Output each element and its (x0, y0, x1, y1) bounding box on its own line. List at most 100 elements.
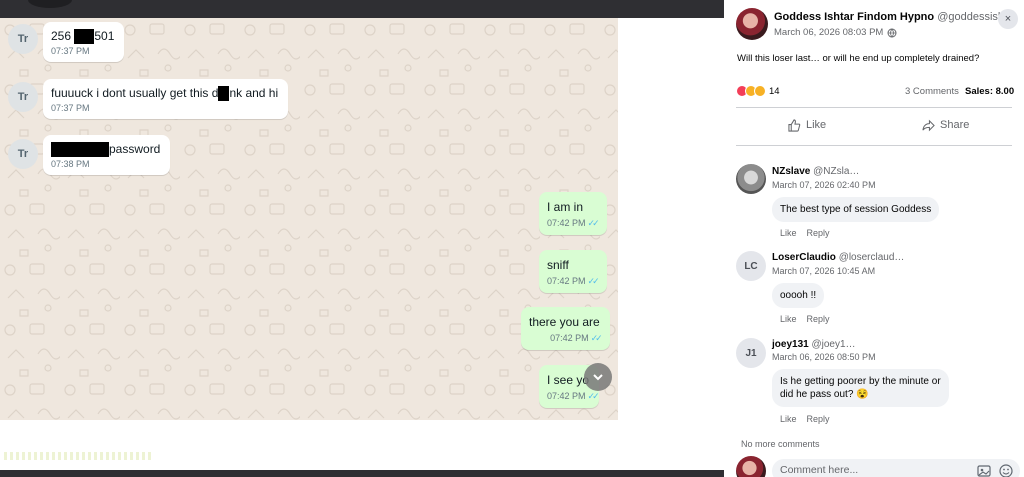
author-name[interactable]: Goddess Ishtar Findom Hypno (774, 11, 934, 23)
comment-text-line: Is he getting poorer by the minute or (780, 376, 941, 387)
comment-like-link[interactable]: Like (780, 414, 797, 424)
comment-bubble: The best type of session Goddess (772, 197, 940, 222)
comment-date: March 07, 2026 02:40 PM (772, 180, 876, 190)
message-time: 07:38 PM (51, 159, 90, 170)
sender-avatar[interactable]: Tr (8, 139, 38, 169)
scroll-down-button[interactable] (584, 363, 612, 391)
message-text-start: 256 (51, 29, 75, 43)
viewer-bottom-bar (0, 470, 724, 477)
message-time: 07:42 PM (547, 276, 586, 286)
comments-count[interactable]: 3 Comments (905, 86, 959, 97)
double-check-icon: ✓✓ (587, 276, 600, 286)
outgoing-message: there you are 07:42 PM ✓✓ (521, 307, 610, 350)
commenter-name[interactable]: LoserClaudio (772, 252, 836, 263)
commenter-avatar[interactable]: J1 (736, 338, 766, 368)
top-bar-shadow (28, 0, 72, 8)
sender-avatar[interactable]: Tr (8, 82, 38, 112)
post-author-line: Goddess Ishtar Findom Hypno @goddessisht… (774, 11, 1014, 23)
comment-actions: Like Reply (780, 414, 840, 424)
message-text: I see yo (547, 373, 590, 387)
redaction-block (51, 142, 109, 158)
image-upload-icon[interactable] (976, 463, 992, 477)
commenter-handle[interactable]: @joey1… (811, 339, 855, 350)
comment-like-link[interactable]: Like (780, 314, 797, 324)
message-meta: 07:42 PM ✓✓ (547, 391, 599, 402)
comment-bubble: Is he getting poorer by the minute or di… (772, 369, 949, 407)
comment-date: March 07, 2026 10:45 AM (772, 266, 876, 276)
message-text-end: password (109, 142, 161, 156)
incoming-message: 256 501 07:37 PM (43, 22, 125, 63)
screen: Tr 256 501 07:37 PM Tr fuuuuck i dont us… (0, 0, 1024, 477)
double-check-icon: ✓✓ (590, 333, 603, 343)
message-time: 07:42 PM (547, 391, 586, 401)
message-time: 07:37 PM (51, 46, 90, 57)
current-user-avatar (736, 456, 766, 477)
share-button[interactable]: Share (922, 114, 969, 136)
thumbs-up-icon (788, 118, 801, 132)
double-check-icon: ✓✓ (587, 391, 599, 401)
sender-avatar[interactable]: Tr (8, 24, 38, 54)
post-panel: Goddess Ishtar Findom Hypno @goddessisht… (724, 0, 1024, 477)
incoming-message: fuuuuck i dont usually get this d nk and … (43, 79, 289, 120)
divider (736, 107, 1012, 108)
incoming-message: password 07:38 PM (43, 135, 171, 176)
commenter-handle[interactable]: @NZsla… (813, 166, 859, 177)
comment-like-link[interactable]: Like (780, 228, 797, 238)
message-text-end: 501 (94, 29, 115, 43)
double-check-icon: ✓✓ (587, 218, 600, 228)
comment-reply-link[interactable]: Reply (807, 314, 830, 324)
message-time: 07:37 PM (51, 103, 90, 114)
redaction-block (218, 86, 230, 102)
globe-icon (887, 28, 897, 38)
decorative-strip (4, 452, 154, 460)
comment-actions: Like Reply (780, 314, 840, 324)
chat-screenshot: Tr 256 501 07:37 PM Tr fuuuuck i dont us… (0, 18, 618, 420)
commenter-line: joey131 @joey1… (772, 339, 856, 350)
outgoing-message: sniff 07:42 PM ✓✓ (539, 250, 607, 293)
reaction-count: 14 (769, 85, 780, 97)
comment-reply-link[interactable]: Reply (807, 414, 830, 424)
sales-total: Sales: 8.00 (965, 86, 1015, 97)
close-button[interactable]: × (998, 9, 1018, 29)
chevron-down-icon (593, 374, 603, 381)
commenter-avatar[interactable] (736, 164, 766, 194)
commenter-line: NZslave @NZsla… (772, 166, 859, 177)
message-time: 07:42 PM (547, 218, 586, 228)
redaction-block (74, 29, 95, 45)
no-more-comments: No more comments (741, 439, 820, 449)
comment-input[interactable] (780, 464, 960, 476)
message-text-end: nk and hi (229, 86, 279, 100)
commenter-avatar[interactable]: LC (736, 251, 766, 281)
message-text: there you are (529, 315, 600, 329)
like-button[interactable]: Like (788, 114, 826, 136)
message-text: sniff (547, 258, 569, 272)
message-text: password (51, 142, 161, 158)
comment-text-line: did he pass out? 😵 (780, 389, 869, 400)
reactions-summary[interactable]: 14 (736, 85, 780, 97)
image-viewer: Tr 256 501 07:37 PM Tr fuuuuck i dont us… (0, 0, 724, 477)
viewer-top-bar (0, 0, 724, 18)
comment-reply-link[interactable]: Reply (807, 228, 830, 238)
post-caption: Will this loser last… or will he end up … (737, 53, 980, 64)
comment-actions: Like Reply (780, 228, 840, 238)
message-text: fuuuuck i dont usually get this d nk and … (51, 86, 279, 102)
message-meta: 07:42 PM ✓✓ (547, 218, 600, 229)
share-label: Share (940, 119, 970, 131)
message-meta: 07:42 PM ✓✓ (529, 333, 603, 344)
emoji-icon[interactable] (998, 463, 1014, 477)
post-date: March 06, 2026 08:03 PM (774, 27, 884, 38)
message-text-start: fuuuuck i dont usually get this d (51, 86, 219, 100)
commenter-name[interactable]: NZslave (772, 166, 810, 177)
commenter-line: LoserClaudio @loserclaud… (772, 252, 904, 263)
message-meta: 07:42 PM ✓✓ (547, 276, 600, 287)
post-date-line: March 06, 2026 08:03 PM (774, 27, 897, 38)
comment-date: March 06, 2026 08:50 PM (772, 352, 876, 362)
outgoing-message: I am in 07:42 PM ✓✓ (539, 192, 607, 235)
commenter-name[interactable]: joey131 (772, 339, 809, 350)
author-avatar[interactable] (736, 8, 768, 40)
comment-box (772, 459, 1020, 477)
commenter-handle[interactable]: @loserclaud… (839, 252, 905, 263)
message-time: 07:42 PM (550, 333, 589, 343)
divider (736, 145, 1012, 146)
share-icon (922, 119, 935, 131)
